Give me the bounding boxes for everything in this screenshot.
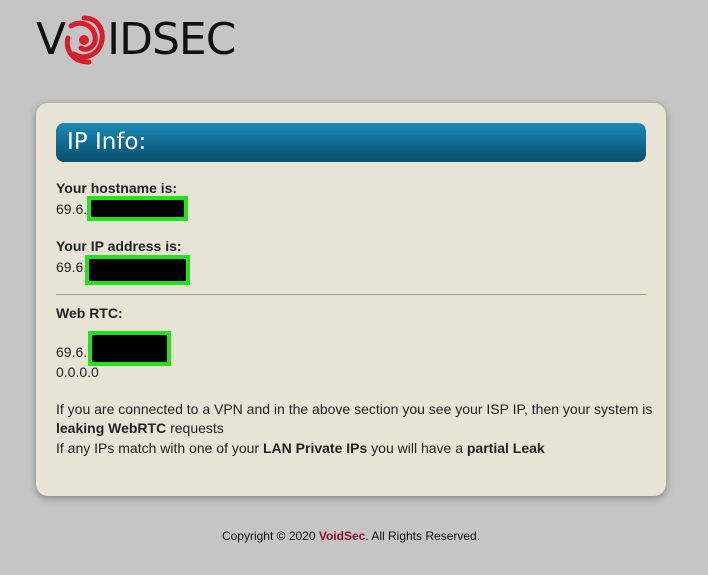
note-emphasis: partial Leak	[466, 440, 545, 456]
webrtc-label: Web RTC:	[56, 305, 123, 321]
note-emphasis: leaking WebRTC	[56, 420, 167, 436]
note-text: you will have a	[367, 440, 467, 456]
note-text: If any IPs match with one of your	[56, 440, 263, 456]
ip-info-panel: IP Info: Your hostname is: 69.6. Your IP…	[36, 103, 666, 496]
hostname-value: 69.6.	[56, 201, 88, 217]
webrtc-redaction	[88, 331, 171, 366]
lan-leak-note: If any IPs match with one of your LAN Pr…	[56, 439, 656, 458]
copyright-text: . All Rights Reserved.	[365, 529, 481, 543]
logo-text-right: IDSEC	[107, 14, 236, 65]
footer-brand-link[interactable]: VoidSec	[319, 529, 365, 543]
webrtc-ip-1: 69.6.	[56, 344, 88, 360]
ip-address-value: 69.6.	[56, 259, 88, 275]
ip-address-label: Your IP address is:	[56, 238, 182, 254]
note-emphasis: LAN Private IPs	[263, 440, 368, 456]
hostname-redaction	[87, 196, 188, 221]
swirl-logo-icon	[65, 15, 105, 65]
copyright-text: Copyright © 2020	[221, 529, 319, 543]
note-text: requests	[166, 420, 224, 436]
hostname-label: Your hostname is:	[56, 180, 178, 196]
voidsec-logo[interactable]: V IDSEC	[36, 10, 236, 70]
panel-title: IP Info:	[56, 123, 646, 162]
copyright-footer: Copyright © 2020 VoidSec. All Rights Res…	[0, 529, 702, 543]
section-divider	[56, 294, 646, 295]
webrtc-ip-2: 0.0.0.0	[56, 364, 99, 380]
ip-address-redaction	[85, 255, 190, 285]
vpn-leak-note: If you are connected to a VPN and in the…	[56, 400, 656, 438]
note-text: If you are connected to a VPN and in the…	[56, 401, 653, 417]
